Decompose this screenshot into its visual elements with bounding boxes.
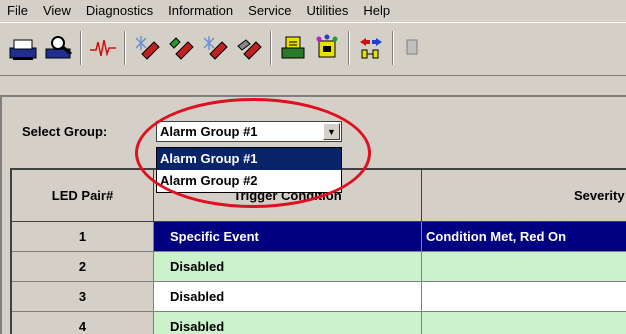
toolbar — [0, 22, 626, 76]
menu-bar: File View Diagnostics Information Servic… — [0, 0, 626, 22]
menu-diagnostics[interactable]: Diagnostics — [79, 0, 161, 22]
table-row[interactable]: 2 Disabled — [12, 252, 626, 282]
cell-led-pair: 2 — [12, 252, 154, 282]
select-group-label: Select Group: — [22, 124, 108, 139]
cell-trigger[interactable]: Disabled — [154, 312, 422, 334]
chevron-down-icon[interactable]: ▼ — [323, 123, 340, 140]
toolbar-separator — [80, 31, 82, 65]
cell-trigger[interactable]: Disabled — [154, 282, 422, 312]
toolbar-overflow-icon[interactable] — [398, 31, 428, 65]
toolbar-separator — [348, 31, 350, 65]
erase-2-icon[interactable] — [164, 31, 198, 65]
select-group-combobox[interactable]: Alarm Group #1 ▼ — [156, 121, 342, 142]
table-row[interactable]: 1 Specific Event Condition Met, Red On — [12, 222, 626, 252]
table-row[interactable]: 3 Disabled — [12, 282, 626, 312]
cell-led-pair: 3 — [12, 282, 154, 312]
print-preview-icon[interactable] — [42, 31, 76, 65]
erase-4-icon[interactable] — [232, 31, 266, 65]
select-group-dropdown: Alarm Group #1 Alarm Group #2 — [156, 147, 342, 193]
toolbar-separator — [124, 31, 126, 65]
header-severity[interactable]: Severity — [422, 170, 626, 222]
transfer-icon[interactable] — [354, 31, 388, 65]
waveform-icon[interactable] — [86, 31, 120, 65]
dropdown-option-alarm-group-1[interactable]: Alarm Group #1 — [157, 148, 341, 170]
menu-view[interactable]: View — [36, 0, 79, 22]
menu-file[interactable]: File — [0, 0, 36, 22]
erase-3-icon[interactable] — [198, 31, 232, 65]
report-icon[interactable] — [276, 31, 310, 65]
cell-severity[interactable] — [422, 282, 626, 312]
cell-severity[interactable] — [422, 312, 626, 334]
menu-information[interactable]: Information — [161, 0, 241, 22]
cell-severity[interactable]: Condition Met, Red On — [422, 222, 626, 252]
cell-led-pair: 4 — [12, 312, 154, 334]
cell-trigger[interactable]: Specific Event — [154, 222, 422, 252]
cell-trigger[interactable]: Disabled — [154, 252, 422, 282]
dropdown-option-alarm-group-2[interactable]: Alarm Group #2 — [157, 170, 341, 192]
menu-help[interactable]: Help — [356, 0, 398, 22]
erase-1-icon[interactable] — [130, 31, 164, 65]
menu-service[interactable]: Service — [241, 0, 299, 22]
cell-severity[interactable] — [422, 252, 626, 282]
menu-utilities[interactable]: Utilities — [300, 0, 357, 22]
select-group-value: Alarm Group #1 — [160, 124, 258, 139]
cell-led-pair: 1 — [12, 222, 154, 252]
header-led-pair[interactable]: LED Pair# — [12, 170, 154, 222]
toolbar-separator — [392, 31, 394, 65]
print-icon[interactable] — [6, 31, 40, 65]
toolbar-separator — [270, 31, 272, 65]
module-icon[interactable] — [310, 31, 344, 65]
table-row[interactable]: 4 Disabled — [12, 312, 626, 334]
